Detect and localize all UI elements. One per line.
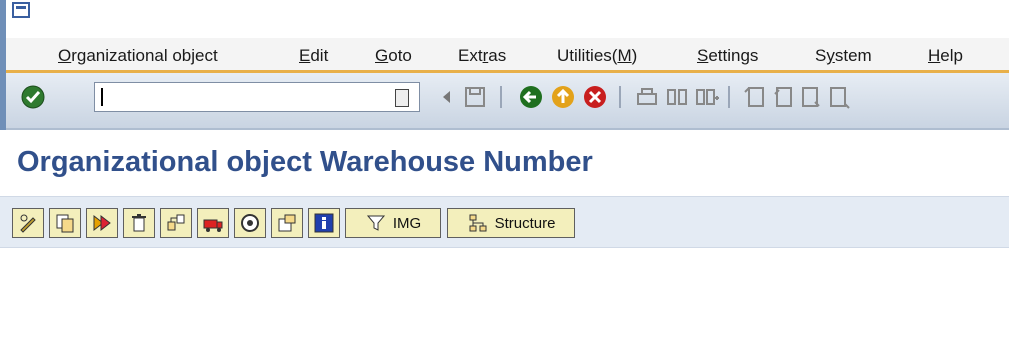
next-page-icon[interactable]: [797, 84, 823, 110]
menu-utilities[interactable]: Utilities(M): [557, 46, 637, 66]
toolbar-separator: [619, 86, 621, 108]
transport-icon: [203, 219, 223, 232]
display-button[interactable]: [86, 208, 118, 238]
back-green-icon[interactable]: [518, 84, 544, 110]
exit-up-icon[interactable]: [550, 84, 576, 110]
transport-button[interactable]: [197, 208, 229, 238]
create-button[interactable]: [160, 208, 192, 238]
find-icon[interactable]: [664, 84, 690, 110]
menu-extras[interactable]: Extras: [458, 46, 506, 66]
info-icon: [314, 213, 334, 233]
history-dropdown-icon[interactable]: [395, 89, 409, 107]
toolbar-separator: [500, 86, 502, 108]
save-icon[interactable]: [462, 84, 488, 110]
copy-icon: [56, 214, 74, 233]
page-title: Organizational object Warehouse Number: [17, 146, 593, 178]
delete-icon: [132, 214, 146, 232]
command-field[interactable]: [94, 82, 420, 112]
standard-toolbar: [6, 73, 1009, 130]
menu-bar: Organizational object Edit Goto Extras U…: [6, 38, 1009, 73]
print-icon[interactable]: [634, 84, 660, 110]
img-filter-icon: [366, 215, 385, 231]
copy-button[interactable]: [49, 208, 81, 238]
menu-help[interactable]: Help: [928, 46, 963, 66]
delete-button[interactable]: [123, 208, 155, 238]
menu-edit[interactable]: Edit: [299, 46, 328, 66]
menu-system[interactable]: System: [815, 46, 872, 66]
last-page-icon[interactable]: [825, 84, 851, 110]
menu-goto[interactable]: Goto: [375, 46, 412, 66]
create-icon: [167, 214, 185, 231]
system-menu-icon[interactable]: [12, 2, 30, 18]
info-button[interactable]: [308, 208, 340, 238]
find-next-icon[interactable]: [694, 84, 720, 110]
command-caret: [101, 88, 103, 106]
where-used-button[interactable]: [234, 208, 266, 238]
menu-settings[interactable]: Settings: [697, 46, 758, 66]
where-used-icon: [241, 214, 259, 232]
application-toolbar: IMG Structure: [0, 196, 1009, 248]
structure-icon: [469, 214, 487, 232]
display-icon: [93, 214, 111, 232]
enter-check-icon[interactable]: [20, 84, 46, 110]
export-button[interactable]: [271, 208, 303, 238]
change-pencil-icon: [20, 214, 36, 233]
change-button[interactable]: [12, 208, 44, 238]
first-page-icon[interactable]: [741, 84, 767, 110]
export-icon: [278, 214, 296, 232]
previous-page-icon[interactable]: [769, 84, 795, 110]
structure-button-label: Structure: [494, 214, 556, 232]
cancel-icon[interactable]: [582, 84, 608, 110]
img-button-label: IMG: [392, 214, 422, 232]
structure-button[interactable]: Structure: [447, 208, 575, 238]
menu-organizational-object[interactable]: Organizational object: [58, 46, 218, 66]
toolbar-separator: [728, 86, 730, 108]
back-triangle-icon[interactable]: [434, 84, 460, 110]
img-button[interactable]: IMG: [345, 208, 441, 238]
